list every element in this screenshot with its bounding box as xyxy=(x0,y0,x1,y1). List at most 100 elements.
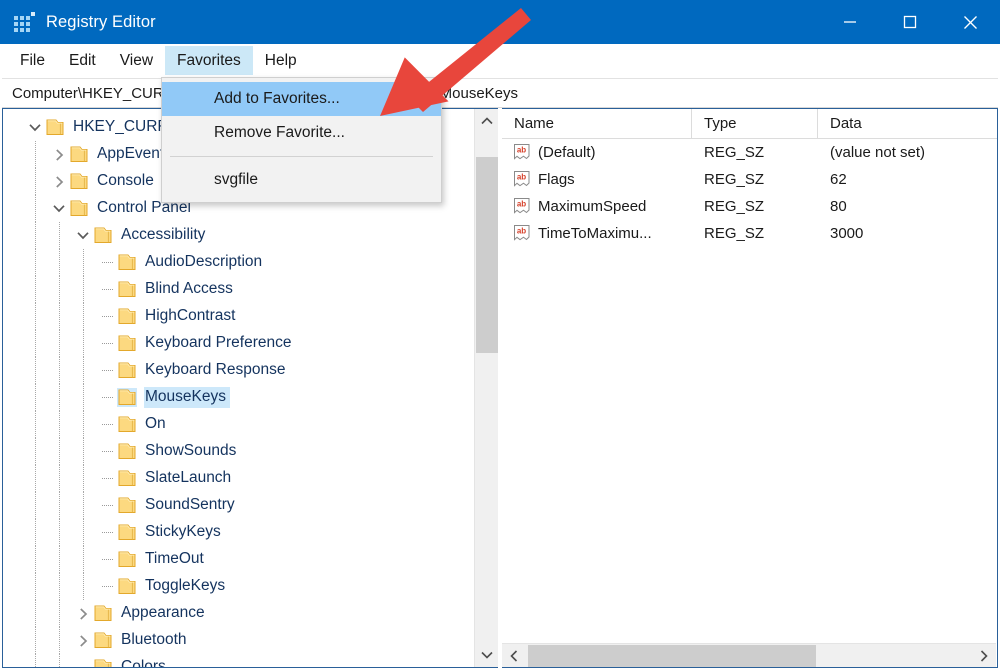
tree-leaf-connector xyxy=(97,303,117,330)
menu-help[interactable]: Help xyxy=(253,46,309,75)
tree-guide-line xyxy=(59,654,60,667)
tree-item-label: SlateLaunch xyxy=(145,469,232,486)
tree-guide-line xyxy=(35,357,36,384)
tree-item-mousekeys[interactable]: MouseKeys xyxy=(3,384,473,411)
tree-item-on[interactable]: On xyxy=(3,411,473,438)
tree-item-accessibility[interactable]: Accessibility xyxy=(3,222,473,249)
value-type: REG_SZ xyxy=(704,144,765,161)
tree-item-label: Bluetooth xyxy=(121,631,187,648)
tree-guide-line xyxy=(59,276,60,303)
tree-item-keyboard-response[interactable]: Keyboard Response xyxy=(3,357,473,384)
tree-item-colors[interactable]: Colors xyxy=(3,654,473,667)
tree-guide-line xyxy=(59,303,60,330)
menu-favorites[interactable]: Favorites xyxy=(165,46,253,75)
folder-icon xyxy=(117,496,137,515)
menu-item-add-to-favorites[interactable]: Add to Favorites... xyxy=(162,82,441,116)
chevron-down-icon[interactable] xyxy=(25,114,45,141)
tree-item-audiodescription[interactable]: AudioDescription xyxy=(3,249,473,276)
folder-icon xyxy=(117,388,137,407)
tree-item-stickykeys[interactable]: StickyKeys xyxy=(3,519,473,546)
value-name: (Default) xyxy=(538,144,596,161)
menu-edit[interactable]: Edit xyxy=(57,46,108,75)
tree-guide-line xyxy=(35,519,36,546)
tree-guide-line xyxy=(35,492,36,519)
tree-leaf-connector xyxy=(97,546,117,573)
values-pane: Name Type Data ab (Default) REG_SZ (value n… xyxy=(502,108,998,668)
value-data: 80 xyxy=(830,198,847,215)
tree-item-soundsentry[interactable]: SoundSentry xyxy=(3,492,473,519)
values-horizontal-scrollbar[interactable] xyxy=(502,643,996,667)
value-type: REG_SZ xyxy=(704,171,765,188)
chevron-right-icon[interactable] xyxy=(49,168,69,195)
folder-icon xyxy=(93,631,113,650)
window-title: Registry Editor xyxy=(46,12,156,31)
column-header-type[interactable]: Type xyxy=(692,109,818,139)
tree-guide-line xyxy=(59,330,60,357)
values-scroll-thumb[interactable] xyxy=(528,645,816,667)
value-row[interactable]: ab (Default) REG_SZ (value not set) xyxy=(502,139,997,166)
chevron-right-icon[interactable] xyxy=(73,600,93,627)
tree-leaf-connector xyxy=(97,519,117,546)
value-row[interactable]: ab TimeToMaximu... REG_SZ 3000 xyxy=(502,220,997,247)
chevron-right-icon[interactable] xyxy=(49,141,69,168)
tree-guide-line xyxy=(59,438,60,465)
chevron-right-icon[interactable] xyxy=(73,627,93,654)
tree-item-label: HighContrast xyxy=(145,307,236,324)
tree-guide-line xyxy=(59,384,60,411)
values-list[interactable]: ab (Default) REG_SZ (value not set) ab Flags R… xyxy=(502,139,997,247)
svg-text:ab: ab xyxy=(517,227,526,236)
value-data: (value not set) xyxy=(830,144,926,161)
tree-guide-line xyxy=(83,573,84,600)
scroll-up-icon[interactable] xyxy=(475,109,498,133)
tree-vertical-scrollbar[interactable] xyxy=(474,109,498,667)
tree-item-keyboard-preference[interactable]: Keyboard Preference xyxy=(3,330,473,357)
folder-icon xyxy=(117,442,137,461)
tree-scroll-thumb[interactable] xyxy=(476,157,498,353)
column-header-data[interactable]: Data xyxy=(818,109,997,139)
menu-file[interactable]: File xyxy=(8,46,57,75)
menu-item-svgfile[interactable]: svgfile xyxy=(162,163,441,197)
tree-leaf-connector xyxy=(97,411,117,438)
address-bar[interactable]: Computer\HKEY_CURRENT_USER\Control Panel… xyxy=(2,78,998,108)
maximize-button[interactable] xyxy=(880,0,940,44)
tree-item-appearance[interactable]: Appearance xyxy=(3,600,473,627)
value-type: REG_SZ xyxy=(704,198,765,215)
column-header-name[interactable]: Name xyxy=(502,109,692,139)
folder-icon xyxy=(69,172,89,191)
tree-guide-line xyxy=(35,303,36,330)
tree-item-highcontrast[interactable]: HighContrast xyxy=(3,303,473,330)
folder-icon xyxy=(117,253,137,272)
tree-item-blind-access[interactable]: Blind Access xyxy=(3,276,473,303)
tree-guide-line xyxy=(59,627,60,654)
tree-item-showsounds[interactable]: ShowSounds xyxy=(3,438,473,465)
close-button[interactable] xyxy=(940,0,1000,44)
registry-editor-window: Registry Editor File Edit View Favorites… xyxy=(0,0,1000,670)
tree-item-slatelaunch[interactable]: SlateLaunch xyxy=(3,465,473,492)
string-value-icon: ab xyxy=(512,143,532,162)
scroll-down-icon[interactable] xyxy=(475,643,498,667)
svg-text:ab: ab xyxy=(517,146,526,155)
chevron-down-icon[interactable] xyxy=(73,222,93,249)
folder-icon xyxy=(93,226,113,245)
value-name: MaximumSpeed xyxy=(538,198,647,215)
tree-item-togglekeys[interactable]: ToggleKeys xyxy=(3,573,473,600)
tree-item-label: ToggleKeys xyxy=(145,577,226,594)
scroll-right-icon[interactable] xyxy=(972,644,996,667)
scroll-left-icon[interactable] xyxy=(502,644,526,667)
favorites-dropdown-menu: Add to Favorites... Remove Favorite... s… xyxy=(161,77,442,203)
menu-view[interactable]: View xyxy=(108,46,165,75)
tree-item-label: Accessibility xyxy=(121,226,206,243)
menu-item-remove-favorite[interactable]: Remove Favorite... xyxy=(162,116,441,150)
tree-item-label: On xyxy=(145,415,166,432)
value-type: REG_SZ xyxy=(704,225,765,242)
chevron-down-icon[interactable] xyxy=(49,195,69,222)
tree-item-timeout[interactable]: TimeOut xyxy=(3,546,473,573)
svg-text:ab: ab xyxy=(517,200,526,209)
tree-guide-line xyxy=(59,411,60,438)
value-row[interactable]: ab Flags REG_SZ 62 xyxy=(502,166,997,193)
minimize-button[interactable] xyxy=(820,0,880,44)
tree-guide-line xyxy=(59,465,60,492)
value-row[interactable]: ab MaximumSpeed REG_SZ 80 xyxy=(502,193,997,220)
tree-guide-line xyxy=(59,573,60,600)
tree-item-bluetooth[interactable]: Bluetooth xyxy=(3,627,473,654)
